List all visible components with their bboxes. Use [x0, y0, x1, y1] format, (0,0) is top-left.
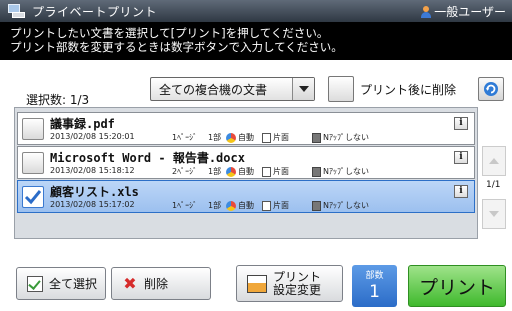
refresh-button[interactable] [478, 77, 504, 101]
app-title: プライベートプリント [32, 4, 158, 19]
delete-label: 削除 [144, 277, 169, 291]
document-date: 2013/02/08 15:20:01 [50, 132, 135, 141]
private-print-icon [8, 3, 26, 19]
chevron-up-icon [489, 158, 499, 164]
checkmark-icon [24, 190, 42, 205]
title-bar: プライベートプリント 一般ユーザー [0, 0, 512, 22]
scroll-up-button[interactable] [482, 146, 506, 176]
select-all-label: 全て選択 [49, 277, 98, 291]
document-pages: 1ﾍﾟｰｼﾞ [172, 201, 198, 210]
document-pages: 2ﾍﾟｰｼﾞ [172, 167, 198, 176]
document-color-mode: 自動 [238, 201, 254, 210]
user-name: 一般ユーザー [434, 5, 506, 19]
document-checkbox[interactable] [22, 118, 44, 140]
instruction-panel: プリントしたい文書を選択して[プリント]を押してください。 プリント部数を変更す… [0, 22, 512, 60]
document-copies: 1部 [208, 133, 222, 142]
print-settings-label: プリント 設定変更 [273, 269, 322, 297]
delete-after-print-checkbox[interactable] [328, 76, 354, 102]
selection-count: 選択数: 1/3 [26, 93, 90, 107]
color-mode-icon [226, 132, 236, 143]
scroll-down-button[interactable] [482, 199, 506, 229]
user-icon [421, 5, 432, 18]
print-button[interactable]: プリント [408, 265, 506, 307]
select-all-icon [27, 275, 43, 292]
delete-after-print-label: プリント後に削除 [360, 82, 457, 97]
select-all-button[interactable]: 全て選択 [16, 267, 106, 300]
print-settings-button[interactable]: プリント 設定変更 [236, 265, 343, 302]
info-button[interactable]: i [454, 151, 468, 164]
document-date: 2013/02/08 15:17:02 [50, 200, 135, 209]
instruction-line-1: プリントしたい文書を選択して[プリント]を押してください。 [10, 26, 329, 40]
copies-label: 部数 [365, 271, 384, 281]
copies-counter[interactable]: 部数 1 [352, 265, 397, 307]
document-sides: 片面 [273, 133, 289, 142]
document-checkbox-checked[interactable] [22, 186, 44, 208]
document-sides: 片面 [273, 167, 289, 176]
user-indicator[interactable]: 一般ユーザー [421, 3, 506, 20]
copies-value: 1 [369, 282, 380, 302]
delete-icon: ✖ [123, 273, 137, 293]
document-copies: 1部 [208, 201, 222, 210]
document-color-mode: 自動 [238, 133, 254, 142]
one-sided-icon [262, 200, 271, 211]
document-copies: 1部 [208, 167, 222, 176]
refresh-icon [484, 82, 498, 96]
nup-icon [312, 132, 321, 143]
one-sided-icon [262, 132, 271, 143]
document-filter-value: 全ての複合機の文書 [159, 82, 268, 97]
document-row[interactable]: Microsoft Word - 報告書.docx 2013/02/08 15:… [17, 146, 475, 179]
one-sided-icon [262, 166, 271, 177]
document-pages: 1ﾍﾟｰｼﾞ [172, 133, 198, 142]
document-color-mode: 自動 [238, 167, 254, 176]
document-name: 議事録.pdf [50, 117, 115, 131]
document-nup: Nｱｯﾌﾟしない [323, 167, 369, 176]
info-button[interactable]: i [454, 117, 468, 130]
print-settings-icon [247, 274, 267, 293]
instruction-line-2: プリント部数を変更するときは数字ボタンで入力してください。 [10, 40, 343, 54]
chevron-down-icon [489, 211, 499, 217]
document-name: Microsoft Word - 報告書.docx [50, 151, 245, 165]
print-settings-label-line-1: プリント [273, 269, 322, 284]
document-nup: Nｱｯﾌﾟしない [323, 133, 369, 142]
info-button[interactable]: i [454, 185, 468, 198]
document-nup: Nｱｯﾌﾟしない [323, 201, 369, 210]
document-sides: 片面 [273, 201, 289, 210]
color-mode-icon [226, 200, 236, 211]
color-mode-icon [226, 166, 236, 177]
chevron-down-icon[interactable] [292, 78, 314, 100]
delete-button[interactable]: ✖ 削除 [111, 267, 211, 300]
delete-after-print-toggle[interactable]: プリント後に削除 [328, 74, 470, 104]
print-settings-label-line-2: 設定変更 [273, 282, 322, 297]
document-row[interactable]: 議事録.pdf 2013/02/08 15:20:01 1ﾍﾟｰｼﾞ 1部 自動… [17, 112, 475, 145]
document-name: 顧客リスト.xls [50, 185, 139, 199]
nup-icon [312, 200, 321, 211]
nup-icon [312, 166, 321, 177]
document-list[interactable]: 議事録.pdf 2013/02/08 15:20:01 1ﾍﾟｰｼﾞ 1部 自動… [14, 107, 478, 239]
document-row-selected[interactable]: 顧客リスト.xls 2013/02/08 15:17:02 1ﾍﾟｰｼﾞ 1部 … [17, 180, 475, 213]
document-date: 2013/02/08 15:18:12 [50, 166, 135, 175]
document-checkbox[interactable] [22, 152, 44, 174]
document-filter-dropdown[interactable]: 全ての複合機の文書 [150, 77, 315, 101]
page-indicator: 1/1 [486, 180, 501, 190]
